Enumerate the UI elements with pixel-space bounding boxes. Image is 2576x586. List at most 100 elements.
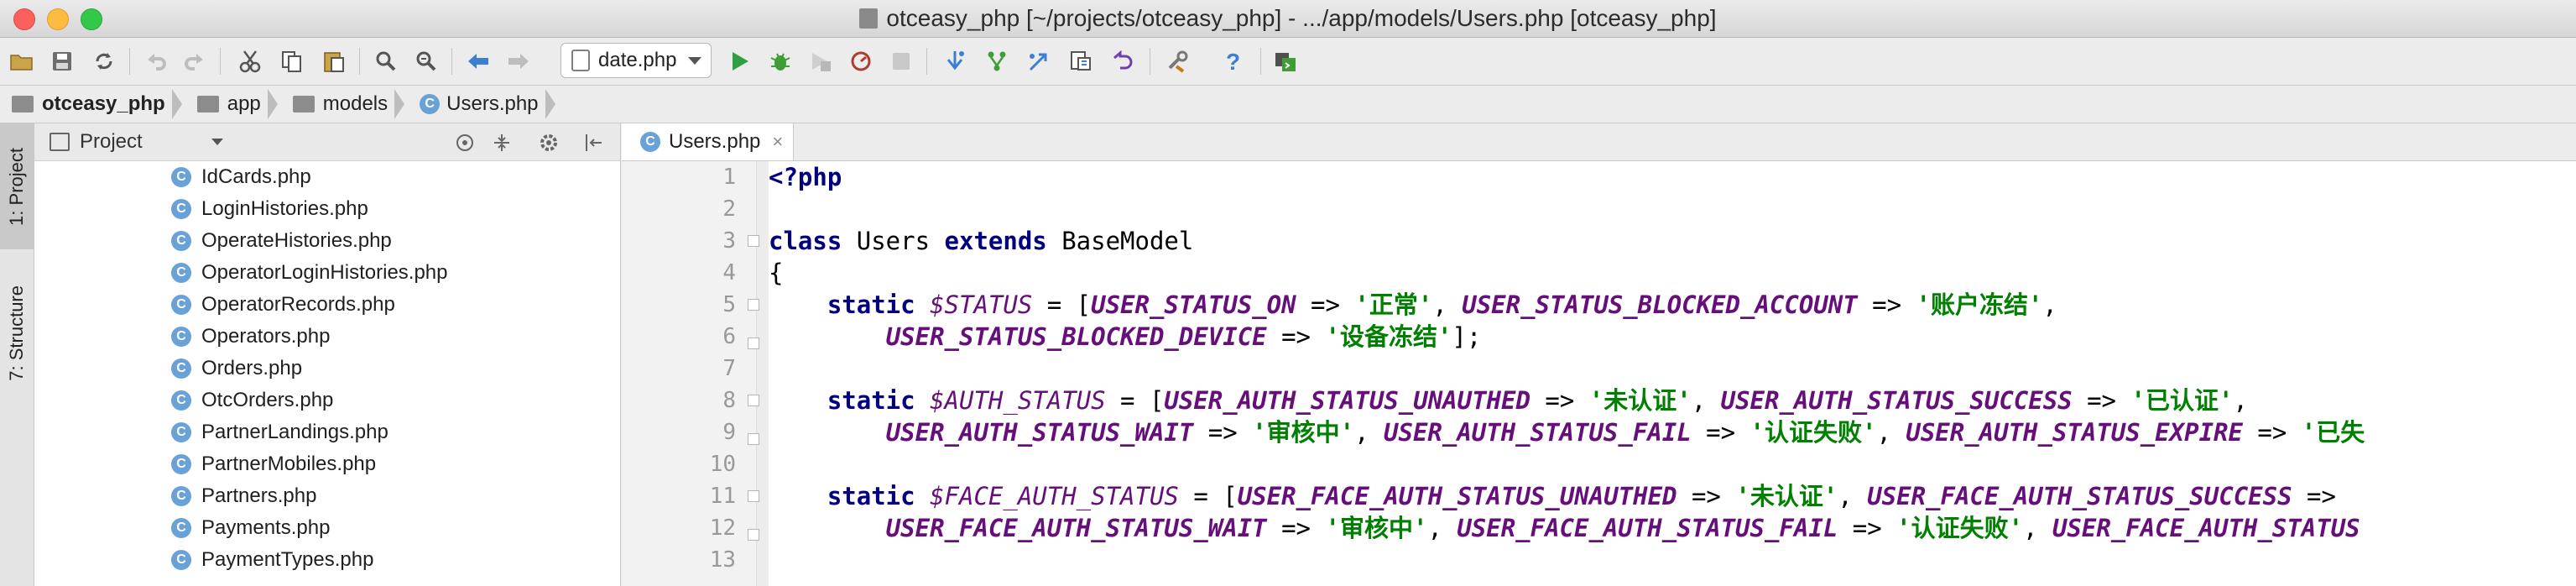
tab-project[interactable]: 1: Project [0,123,34,249]
php-class-icon: C [171,390,191,411]
file-tree-item[interactable]: C Operators.php [171,321,330,353]
cut-icon[interactable] [235,46,265,76]
file-tree-item[interactable]: C OperateHistories.php [171,225,392,257]
code-line: { [769,257,783,289]
terminal-icon[interactable] [1270,46,1301,76]
vcs-update-icon[interactable] [940,46,970,76]
code-token: = [ [1178,482,1238,510]
code-line: USER_FACE_AUTH_STATUS_WAIT => '审核中', USE… [769,512,2360,544]
file-tree-item[interactable]: C PaymentTypes.php [171,544,373,576]
locate-icon[interactable] [454,132,476,154]
file-tree-item[interactable]: C OperatorRecords.php [171,289,395,321]
line-number: 4 [722,260,736,285]
breadcrumb-item-models[interactable]: models [281,86,394,123]
php-class-icon: C [171,295,191,315]
vcs-revert-icon[interactable] [1108,46,1138,76]
php-class-icon: C [171,358,191,379]
code-token: , [2233,386,2248,415]
chevron-down-icon[interactable] [211,139,223,145]
coverage-icon[interactable] [806,46,836,76]
close-icon[interactable]: × [772,131,783,153]
code-token: ]; [1452,322,1482,351]
help-icon[interactable]: ? [1218,46,1249,76]
breadcrumb-item-file[interactable]: C Users.php [408,86,545,123]
svg-text:?: ? [1226,49,1240,74]
file-tree-item[interactable]: C Orders.php [171,353,302,385]
fold-marker[interactable] [748,433,759,445]
php-class-icon: C [420,94,441,114]
copy-icon[interactable] [277,46,307,76]
file-name: PartnerLandings.php [201,421,388,443]
code-line: class Users extends BaseModel [769,225,1193,257]
code-token: => [2292,482,2336,510]
run-configuration-select[interactable]: date.php [561,43,712,78]
code-token: USER_AUTH_STATUS_WAIT [885,418,1194,447]
window-title: otceasy_php [~/projects/otceasy_php] - .… [886,5,1717,31]
file-tree-item[interactable]: C LoginHistories.php [171,193,368,225]
window-title-wrap: otceasy_php [~/projects/otceasy_php] - .… [0,0,2576,37]
fold-marker[interactable] [748,235,759,247]
file-tree-item[interactable]: C PartnerLandings.php [171,416,388,448]
breadcrumb-item-project[interactable]: otceasy_php [0,86,172,123]
debug-icon[interactable] [765,46,795,76]
collapse-all-icon[interactable] [491,132,513,154]
file-tree-item[interactable]: C Payments.php [171,512,330,544]
code-token: BaseModel [1061,227,1194,255]
gear-icon[interactable] [538,132,560,154]
code-token: USER_STATUS_ON [1091,290,1296,319]
undo-icon[interactable] [141,46,171,76]
code-token: => [1676,482,1736,510]
breadcrumb-label: Users.php [446,92,539,115]
code-token: => [1266,322,1326,351]
code-token: USER_FACE_AUTH_STATUS [2052,514,2360,542]
tool-window-strip: 1: Project 7: Structure [0,123,34,586]
breadcrumb-label: app [227,92,261,115]
code-token: USER_FACE_AUTH_STATUS_UNAUTHED [1237,482,1677,510]
file-tree-item[interactable]: C OperatorLoginHistories.php [171,257,448,289]
stop-icon[interactable] [886,46,916,76]
save-icon[interactable] [47,46,77,76]
tab-structure[interactable]: 7: Structure [0,266,34,400]
code-editor[interactable]: <?php class Users extends BaseModel { st… [769,161,2576,586]
forward-icon[interactable] [503,46,534,76]
tab-users-php[interactable]: C Users.php × [622,123,795,160]
code-token: extends [944,227,1062,255]
code-token: $STATUS [930,290,1033,319]
line-number: 9 [722,420,736,445]
code-token: => [1266,514,1326,542]
breadcrumb-item-app[interactable]: app [185,86,268,123]
hide-panel-icon[interactable] [583,132,605,154]
file-tree-item[interactable]: C PartnerMobiles.php [171,448,376,480]
fold-marker[interactable] [748,529,759,541]
fold-marker[interactable] [748,490,759,502]
run-icon[interactable] [725,46,755,76]
fold-marker[interactable] [748,299,759,311]
sync-icon[interactable] [89,46,119,76]
profile-icon[interactable] [846,46,876,76]
paste-icon[interactable] [319,46,349,76]
fold-marker[interactable] [748,337,759,349]
find-icon[interactable] [371,46,401,76]
redo-icon[interactable] [180,46,210,76]
vcs-history-icon[interactable] [1066,46,1096,76]
settings-icon[interactable] [1163,46,1193,76]
file-tree-item[interactable]: C OtcOrders.php [171,385,333,416]
back-icon[interactable] [463,46,493,76]
replace-icon[interactable] [411,46,441,76]
line-number: 6 [722,324,736,349]
breadcrumb-separator [171,86,185,123]
code-token: USER_FACE_AUTH_STATUS_FAIL [1457,514,1838,542]
code-token: => [1193,418,1253,447]
code-token: Users [856,227,945,255]
open-folder-icon[interactable] [7,46,37,76]
vcs-commit-icon[interactable] [982,46,1012,76]
php-class-icon: C [171,518,191,538]
code-token: => [1296,290,1355,319]
file-tree-item[interactable]: C IdCards.php [171,161,311,193]
vcs-push-icon[interactable] [1024,46,1054,76]
project-panel: Project C IdCards.php C LoginHistories.php… [34,123,621,586]
fold-marker[interactable] [748,395,759,406]
file-tree-item[interactable]: C Partners.php [171,480,316,512]
line-number: 8 [722,388,736,413]
